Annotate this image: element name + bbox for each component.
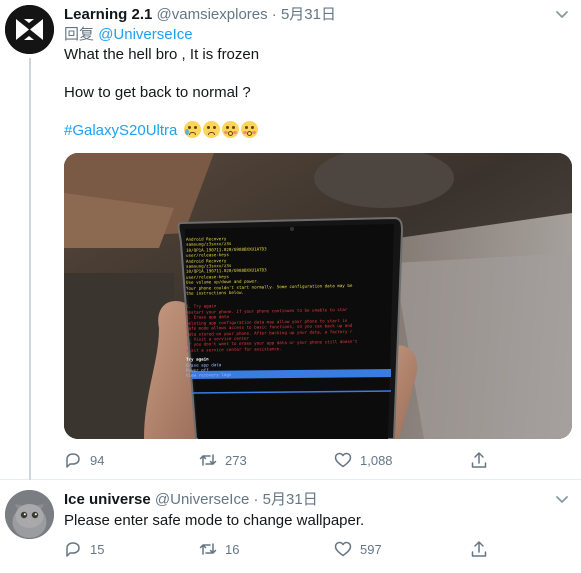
reply-count: 15 xyxy=(90,541,105,557)
tweet-date[interactable]: 5月31日 xyxy=(281,6,336,23)
user-handle[interactable]: @UniverseIce xyxy=(155,491,249,508)
separator-dot: · xyxy=(253,491,259,508)
recovery-screen-text: Android Recovery samsung/z3sxxx/z3s 10/QP1… xyxy=(186,233,391,378)
share-icon xyxy=(471,541,487,557)
retweet-button[interactable]: 16 xyxy=(199,539,239,559)
replying-to: 回复 @UniverseIce xyxy=(64,25,569,45)
crying-face-emoji xyxy=(183,121,201,138)
like-button[interactable]: 1,088 xyxy=(334,450,393,470)
tweet-text-line: How to get back to normal ? xyxy=(64,84,251,101)
tweet-actions: 94 273 1,088 xyxy=(64,450,524,470)
display-name[interactable]: Learning 2.1 xyxy=(64,6,152,23)
like-count: 1,088 xyxy=(360,452,393,468)
reply-count: 94 xyxy=(90,452,105,468)
reply-icon xyxy=(66,542,80,557)
tweet-actions: 15 16 597 xyxy=(64,539,524,559)
retweet-icon xyxy=(199,454,217,466)
thread-line xyxy=(29,58,31,480)
heart-icon xyxy=(334,541,352,557)
tweet-text: Please enter safe mode to change wallpap… xyxy=(64,512,365,529)
tweet-date[interactable]: 5月31日 xyxy=(263,491,318,508)
tweet-header: Ice universe @UniverseIce · 5月31日 xyxy=(64,490,569,510)
cat-avatar-icon xyxy=(5,490,54,539)
retweet-button[interactable]: 273 xyxy=(199,450,247,470)
retweet-icon xyxy=(199,543,217,555)
flushed-face-emoji xyxy=(221,121,239,138)
retweet-count: 273 xyxy=(225,452,247,468)
tweet-text-line: What the hell bro , It is frozen xyxy=(64,46,260,63)
reply-button[interactable]: 15 xyxy=(64,539,104,559)
reply-icon xyxy=(66,453,80,468)
tweet-ice-universe[interactable]: Ice universe @UniverseIce · 5月31日 Please… xyxy=(0,480,581,573)
bowtie-logo-icon xyxy=(5,5,54,54)
display-name[interactable]: Ice universe xyxy=(64,491,151,508)
tweet-learning[interactable]: Learning 2.1 @vamsiexplores · 5月31日 回复 @… xyxy=(0,0,581,480)
like-button[interactable]: 597 xyxy=(334,539,382,559)
tweet-text: What the hell bro , It is frozen How to … xyxy=(64,45,569,140)
reply-prefix: 回复 xyxy=(64,26,95,43)
worried-face-emoji xyxy=(202,121,220,138)
hashtag-link[interactable]: #GalaxyS20Ultra xyxy=(64,122,177,139)
share-icon xyxy=(471,452,487,468)
reply-button[interactable]: 94 xyxy=(64,450,104,470)
share-button[interactable] xyxy=(470,450,488,470)
share-button[interactable] xyxy=(470,539,488,559)
tweet-header: Learning 2.1 @vamsiexplores · 5月31日 xyxy=(64,5,569,25)
retweet-count: 16 xyxy=(225,541,240,557)
avatar-ice-universe[interactable] xyxy=(5,490,54,539)
user-handle[interactable]: @vamsiexplores xyxy=(157,6,268,23)
tweet-photo[interactable]: Android Recovery samsung/z3sxxx/z3s 10/QP1… xyxy=(64,153,572,439)
heart-icon xyxy=(334,452,352,468)
like-count: 597 xyxy=(360,541,382,557)
reply-mention-link[interactable]: @UniverseIce xyxy=(98,26,192,43)
avatar-learning[interactable] xyxy=(5,5,54,54)
flushed-face-emoji xyxy=(240,121,258,138)
separator-dot: · xyxy=(271,6,277,23)
